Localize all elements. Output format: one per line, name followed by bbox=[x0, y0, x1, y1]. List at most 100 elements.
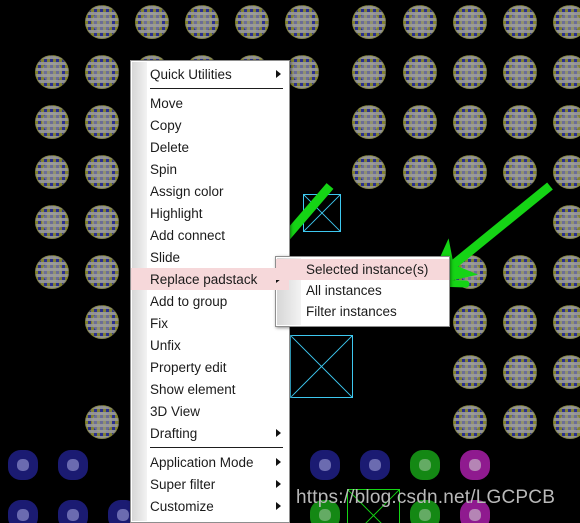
menu-item-add-connect[interactable]: Add connect bbox=[131, 224, 289, 246]
pad-hatched[interactable] bbox=[503, 305, 537, 339]
pad-hatched[interactable] bbox=[453, 255, 487, 289]
pad-hatched[interactable] bbox=[35, 55, 69, 89]
menu-item-customize[interactable]: Customize bbox=[131, 495, 289, 517]
pad-hatched[interactable] bbox=[285, 55, 319, 89]
pad-hatched[interactable] bbox=[453, 155, 487, 189]
pad-hatched[interactable] bbox=[453, 305, 487, 339]
submenu-arrow-icon bbox=[276, 502, 281, 510]
pad-hatched[interactable] bbox=[85, 405, 119, 439]
menu-item-3d-view[interactable]: 3D View bbox=[131, 400, 289, 422]
menu-item-replace-padstack[interactable]: Replace padstack bbox=[131, 268, 289, 290]
menu-item-property-edit[interactable]: Property edit bbox=[131, 356, 289, 378]
submenu-arrow-icon bbox=[276, 429, 281, 437]
pad-blue[interactable] bbox=[58, 500, 88, 523]
menu-item-fix[interactable]: Fix bbox=[131, 312, 289, 334]
menu-separator bbox=[150, 447, 283, 448]
pad-hatched[interactable] bbox=[85, 55, 119, 89]
pad-hatched[interactable] bbox=[85, 205, 119, 239]
menu-item-drafting[interactable]: Drafting bbox=[131, 422, 289, 444]
pad-hatched[interactable] bbox=[352, 155, 386, 189]
menu-item-list: Quick Utilities Move Copy Delete Spin Assign … bbox=[131, 63, 289, 523]
pad-hatched[interactable] bbox=[135, 5, 169, 39]
menu-item-label: Selected instance(s) bbox=[306, 262, 429, 277]
pad-hatched[interactable] bbox=[85, 255, 119, 289]
menu-item-slide[interactable]: Slide bbox=[131, 246, 289, 268]
pad-hatched[interactable] bbox=[285, 5, 319, 39]
menu-item-quick-utilities[interactable]: Quick Utilities bbox=[131, 63, 289, 85]
pad-hatched[interactable] bbox=[453, 355, 487, 389]
pad-hatched[interactable] bbox=[35, 105, 69, 139]
pad-hatched[interactable] bbox=[403, 105, 437, 139]
pad-hatched[interactable] bbox=[185, 5, 219, 39]
pad-blue[interactable] bbox=[8, 450, 38, 480]
submenu-item-selected-instance-s[interactable]: Selected instance(s) bbox=[276, 259, 449, 280]
pad-hatched[interactable] bbox=[553, 255, 580, 289]
pad-hatched[interactable] bbox=[553, 105, 580, 139]
menu-item-highlight[interactable]: Highlight bbox=[131, 202, 289, 224]
menu-item-application-mode[interactable]: Application Mode bbox=[131, 451, 289, 473]
menu-item-label: Move bbox=[150, 95, 184, 111]
replace-padstack-submenu[interactable]: Selected instance(s) All instances Filter … bbox=[275, 256, 450, 327]
pad-hatched[interactable] bbox=[403, 55, 437, 89]
pad-blue[interactable] bbox=[58, 450, 88, 480]
pad-hatched[interactable] bbox=[85, 5, 119, 39]
menu-item-move[interactable]: Move bbox=[131, 92, 289, 114]
menu-item-label: Quick Utilities bbox=[150, 66, 232, 82]
pad-hatched[interactable] bbox=[35, 155, 69, 189]
menu-item-label: Spin bbox=[150, 161, 178, 177]
pad-hatched[interactable] bbox=[503, 55, 537, 89]
pad-hatched[interactable] bbox=[453, 5, 487, 39]
menu-item-add-to-group[interactable]: Add to group bbox=[131, 290, 289, 312]
pad-purple[interactable] bbox=[460, 450, 490, 480]
pad-hatched[interactable] bbox=[553, 205, 580, 239]
pad-hatched[interactable] bbox=[553, 355, 580, 389]
pad-hatched[interactable] bbox=[453, 55, 487, 89]
pad-hatched[interactable] bbox=[352, 5, 386, 39]
pad-hatched[interactable] bbox=[503, 105, 537, 139]
menu-item-spin[interactable]: Spin bbox=[131, 158, 289, 180]
pad-blue[interactable] bbox=[360, 450, 390, 480]
menu-item-unfix[interactable]: Unfix bbox=[131, 334, 289, 356]
pad-hatched[interactable] bbox=[553, 405, 580, 439]
pad-hatched[interactable] bbox=[35, 255, 69, 289]
submenu-item-all-instances[interactable]: All instances bbox=[276, 280, 449, 301]
pad-hatched[interactable] bbox=[553, 305, 580, 339]
pad-hatched[interactable] bbox=[85, 155, 119, 189]
pad-hatched[interactable] bbox=[503, 155, 537, 189]
pad-hatched[interactable] bbox=[85, 305, 119, 339]
pad-hatched[interactable] bbox=[352, 105, 386, 139]
pad-hatched[interactable] bbox=[503, 355, 537, 389]
menu-item-show-element[interactable]: Show element bbox=[131, 378, 289, 400]
submenu-item-filter-instances[interactable]: Filter instances bbox=[276, 301, 449, 322]
menu-item-copy[interactable]: Copy bbox=[131, 114, 289, 136]
pad-hatched[interactable] bbox=[403, 5, 437, 39]
selection-box[interactable] bbox=[303, 194, 341, 232]
pad-hatched[interactable] bbox=[553, 5, 580, 39]
selection-box[interactable] bbox=[290, 335, 353, 398]
menu-item-super-filter[interactable]: Super filter bbox=[131, 473, 289, 495]
pad-blue[interactable] bbox=[310, 450, 340, 480]
submenu-item-list: Selected instance(s) All instances Filter … bbox=[276, 259, 449, 322]
submenu-arrow-icon bbox=[276, 480, 281, 488]
menu-item-label: 3D View bbox=[150, 403, 201, 419]
pad-hatched[interactable] bbox=[503, 255, 537, 289]
menu-item-label: Add connect bbox=[150, 227, 226, 243]
submenu-arrow-icon bbox=[276, 458, 281, 466]
pad-hatched[interactable] bbox=[352, 55, 386, 89]
pad-hatched[interactable] bbox=[453, 405, 487, 439]
menu-item-delete[interactable]: Delete bbox=[131, 136, 289, 158]
menu-item-assign-color[interactable]: Assign color bbox=[131, 180, 289, 202]
pad-hatched[interactable] bbox=[553, 55, 580, 89]
pad-hatched[interactable] bbox=[453, 105, 487, 139]
pad-hatched[interactable] bbox=[503, 5, 537, 39]
pad-hatched[interactable] bbox=[503, 405, 537, 439]
pad-hatched[interactable] bbox=[85, 105, 119, 139]
pad-green[interactable] bbox=[410, 450, 440, 480]
pad-hatched[interactable] bbox=[235, 5, 269, 39]
pad-blue[interactable] bbox=[8, 500, 38, 523]
pad-hatched[interactable] bbox=[553, 155, 580, 189]
menu-item-selection-set[interactable]: Selection set bbox=[131, 517, 289, 523]
element-context-menu[interactable]: Quick Utilities Move Copy Delete Spin Assign … bbox=[130, 60, 290, 523]
pad-hatched[interactable] bbox=[403, 155, 437, 189]
pad-hatched[interactable] bbox=[35, 205, 69, 239]
